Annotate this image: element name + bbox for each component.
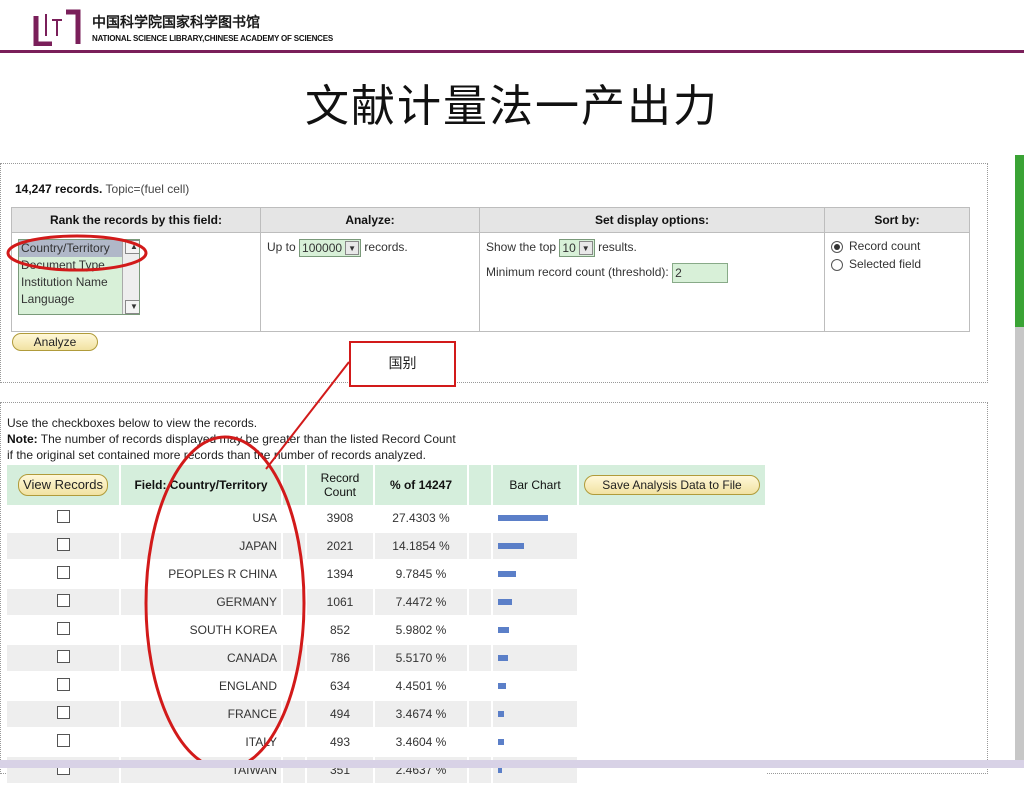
annotation-overlay xyxy=(6,234,350,768)
callout-pointer xyxy=(265,361,350,470)
callout-label: 国别 xyxy=(349,341,456,387)
country-highlight-ellipse xyxy=(144,435,306,768)
field-highlight-ellipse xyxy=(6,234,148,272)
footer-strip xyxy=(0,760,1024,768)
